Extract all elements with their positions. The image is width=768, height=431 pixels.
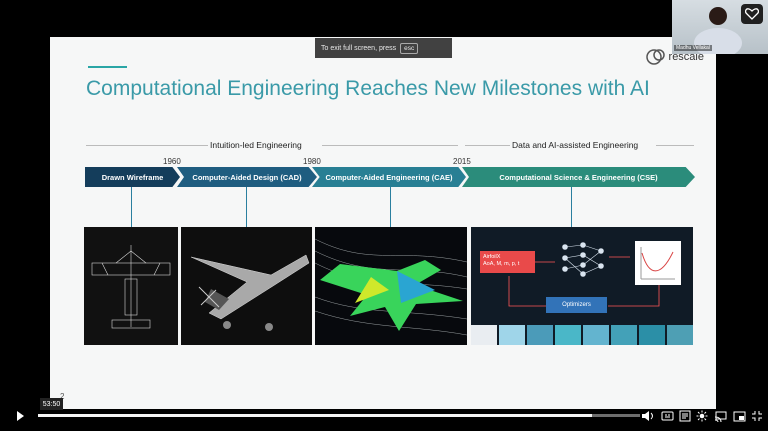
captions-icon <box>661 411 673 421</box>
heart-icon <box>745 8 759 20</box>
era-divider-left <box>86 145 208 146</box>
fullscreen-exit-button[interactable] <box>749 408 765 424</box>
cae-jet-image <box>315 227 467 345</box>
phase-cse: Computational Science & Engineering (CSE… <box>462 167 695 187</box>
cse-ai-diagram-image: AirfoilX AoA, M, m, p, t Optimizers <box>471 227 693 345</box>
era-divider-middle <box>322 145 458 146</box>
year-2015: 2015 <box>453 157 471 166</box>
phase-drawn-wireframe: Drawn Wireframe <box>85 167 180 187</box>
era-divider-right <box>656 145 694 146</box>
hover-time-badge: 53:50 <box>40 398 63 410</box>
esc-key-label: esc <box>400 42 419 54</box>
cast-icon <box>714 411 726 422</box>
video-progress-fill <box>38 414 592 417</box>
fullscreen-exit-icon <box>752 411 762 421</box>
cad-aircraft-image <box>181 227 312 345</box>
era-divider-ai-left <box>465 145 510 146</box>
year-1960: 1960 <box>163 157 181 166</box>
era-ai-assisted: Data and AI-assisted Engineering <box>512 140 639 150</box>
phase-cad: Computer-Aided Design (CAD) <box>177 167 317 187</box>
captions-button[interactable] <box>659 408 675 424</box>
presenter-name-label: Madhu Vellakal <box>674 45 712 51</box>
cae-fighter-jet-icon <box>315 238 467 336</box>
cad-airplane-icon <box>190 254 310 331</box>
fullscreen-exit-message: To exit full screen, press <box>321 44 397 52</box>
transcript-button[interactable] <box>677 408 693 424</box>
settings-button[interactable] <box>694 408 710 424</box>
simulation-thumbnail-strip <box>471 325 693 345</box>
picture-in-picture-icon <box>733 411 745 421</box>
play-button[interactable] <box>12 408 28 424</box>
connector-cae <box>390 187 391 227</box>
slide-title: Computational Engineering Reaches New Mi… <box>86 77 650 100</box>
cast-button[interactable] <box>712 408 728 424</box>
fullscreen-exit-toast: To exit full screen, press esc <box>315 38 452 58</box>
like-button[interactable] <box>741 4 763 24</box>
picture-in-picture-button[interactable] <box>731 408 747 424</box>
volume-button[interactable] <box>640 408 656 424</box>
phase-cae: Computer-Aided Engineering (CAE) <box>312 167 466 187</box>
connector-cad <box>246 187 247 227</box>
era-intuition: Intuition-led Engineering <box>210 140 302 150</box>
year-1980: 1980 <box>303 157 321 166</box>
connector-cse <box>571 187 572 227</box>
gear-icon <box>696 410 708 422</box>
connector-wireframe <box>131 187 132 227</box>
presentation-slide: Computational Engineering Reaches New Mi… <box>50 37 716 409</box>
video-progress-bar[interactable] <box>38 414 640 417</box>
transcript-icon <box>679 410 691 422</box>
volume-icon <box>642 411 653 421</box>
title-accent-line <box>88 66 127 68</box>
wireframe-aircraft-icon <box>91 245 171 329</box>
play-icon <box>17 411 24 421</box>
wireframe-image <box>84 227 178 345</box>
